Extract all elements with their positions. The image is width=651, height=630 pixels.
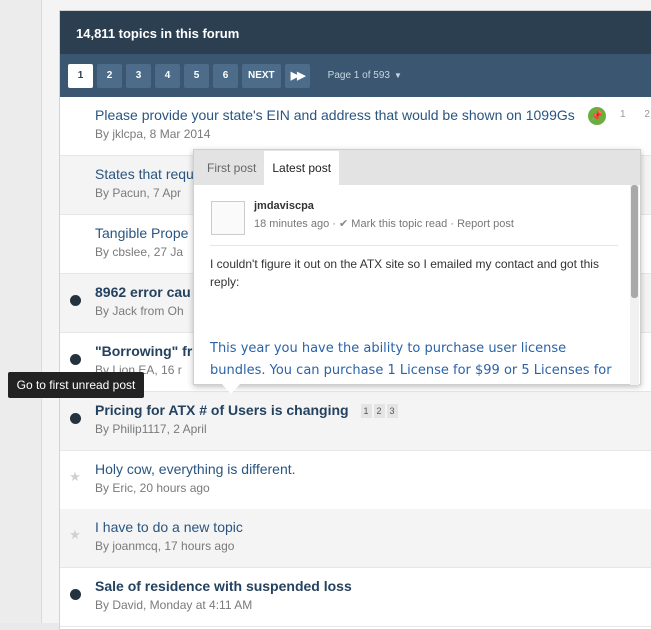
topic-row: ★ Holy cow, everything is different. By … (60, 451, 651, 510)
topic-meta: By jklcpa, 8 Mar 2014 (95, 127, 211, 141)
post-text: I couldn't figure it out on the ATX site… (210, 257, 599, 289)
pin-icon: 📌 (588, 107, 606, 125)
unread-dot-icon (69, 412, 81, 424)
topics-count-title: 14,811 topics in this forum (76, 26, 240, 41)
topic-row: Pricing for ATX # of Users is changing 1… (60, 392, 651, 451)
meta-separator: · (332, 218, 336, 230)
topic-meta: By Philip1117, 2 April (95, 422, 207, 436)
left-gutter (0, 0, 42, 623)
post-divider (210, 245, 618, 246)
topic-title[interactable]: Sale of residence with suspended loss (95, 578, 352, 594)
follow-marker[interactable]: ★ (69, 527, 81, 542)
unread-dot-icon (69, 294, 81, 306)
first-unread-tooltip: Go to first unread post (8, 372, 144, 398)
topic-title[interactable]: Tangible Prope (95, 225, 188, 241)
pagination-bar: 1 2 3 4 5 6 NEXT ▶▶ Page 1 of 593 ▼ (60, 54, 651, 97)
star-icon: ★ (69, 469, 81, 484)
topic-title[interactable]: I have to do a new topic (95, 519, 243, 535)
topic-title-wrap: Pricing for ATX # of Users is changing 1… (95, 402, 400, 419)
page-of-label: Page 1 of 593 (327, 70, 390, 81)
popup-pointer (222, 384, 240, 394)
page-button-5[interactable]: 5 (184, 63, 209, 88)
page-jump-dropdown[interactable]: Page 1 of 593 ▼ (328, 70, 402, 81)
mini-page-1[interactable]: 1 (360, 404, 372, 419)
report-post-link[interactable]: Report post (457, 218, 514, 230)
tab-latest-post[interactable]: Latest post (264, 151, 340, 185)
post-time: 18 minutes ago (254, 218, 330, 230)
page-button-1[interactable]: 1 (68, 63, 93, 88)
page-button-4[interactable]: 4 (155, 63, 180, 88)
preview-body: jmdaviscpa 18 minutes ago · ✔ Mark this … (194, 185, 632, 385)
topic-meta: By Jack from Oh (95, 304, 184, 318)
unread-dot-icon (69, 588, 81, 600)
page-button-3[interactable]: 3 (126, 63, 151, 88)
topic-title[interactable]: Pricing for ATX # of Users is changing (95, 402, 349, 418)
checkmark-icon: ✔ (339, 218, 349, 230)
topic-meta: By David, Monday at 4:11 AM (95, 598, 253, 612)
topic-title[interactable]: Holy cow, everything is different. (95, 461, 296, 477)
unread-marker[interactable] (69, 412, 81, 424)
unread-marker[interactable] (69, 353, 81, 365)
unread-marker[interactable] (69, 294, 81, 306)
topic-row: ★ I have to do a new topic By joanmcq, 1… (60, 509, 651, 568)
unread-marker[interactable] (69, 588, 81, 600)
topic-meta: By cbslee, 27 Ja (95, 245, 184, 259)
page-button-2[interactable]: 2 (97, 63, 122, 88)
fast-forward-icon: ▶▶ (290, 70, 306, 82)
meta-separator: · (450, 218, 455, 230)
page-button-6[interactable]: 6 (213, 63, 238, 88)
chevron-down-icon: ▼ (393, 71, 402, 80)
topic-row: Please provide your state's EIN and addr… (60, 97, 651, 156)
preview-tabs: First post Latest post (194, 150, 640, 185)
scrollbar-thumb[interactable] (631, 185, 638, 298)
topic-pages[interactable]: 1 2 (620, 109, 651, 120)
forum-header: 14,811 topics in this forum (60, 11, 651, 54)
preview-scrollbar[interactable] (630, 185, 639, 385)
mark-read-link[interactable]: Mark this topic read (351, 218, 447, 230)
next-page-button[interactable]: NEXT (242, 63, 281, 88)
topic-title[interactable]: States that requ (95, 166, 194, 182)
topic-title[interactable]: 8962 error cau (95, 284, 191, 300)
post-meta: 18 minutes ago · ✔ Mark this topic read … (254, 217, 514, 230)
avatar[interactable] (211, 201, 245, 235)
topic-title[interactable]: "Borrowing" fr (95, 343, 192, 359)
topic-title[interactable]: Please provide your state's EIN and addr… (95, 107, 575, 123)
post-author[interactable]: jmdaviscpa (254, 200, 314, 212)
post-quote: This year you have the ability to purcha… (210, 341, 612, 378)
follow-marker[interactable]: ★ (69, 469, 81, 484)
unread-dot-icon (69, 353, 81, 365)
topic-meta: By Pacun, 7 Apr (95, 186, 182, 200)
topic-meta: By joanmcq, 17 hours ago (95, 539, 235, 553)
topic-preview-popup: First post Latest post jmdaviscpa 18 min… (193, 149, 641, 385)
tab-first-post[interactable]: First post (199, 151, 264, 185)
mini-page-2[interactable]: 2 (373, 404, 385, 419)
last-page-button[interactable]: ▶▶ (284, 63, 310, 88)
mini-page-3[interactable]: 3 (386, 404, 398, 419)
topic-meta: By Eric, 20 hours ago (95, 481, 210, 495)
topic-mini-pages: 1 2 3 (360, 404, 400, 419)
star-icon: ★ (69, 527, 81, 542)
topic-row: Sale of residence with suspended loss By… (60, 568, 651, 627)
